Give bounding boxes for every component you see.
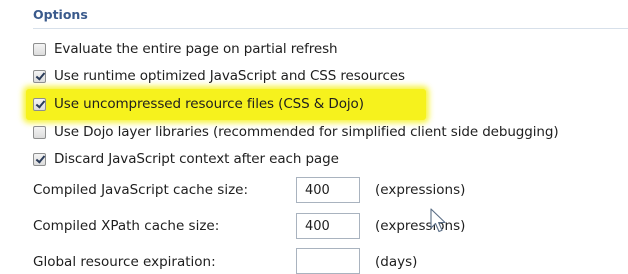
js-cache-size-label: Compiled JavaScript cache size: <box>33 182 249 198</box>
options-section-title: Options <box>33 7 88 22</box>
checkbox-row-runtime-optimized[interactable]: Use runtime optimized JavaScript and CSS… <box>33 66 405 86</box>
checkbox-label: Use Dojo layer libraries (recommended fo… <box>54 124 559 140</box>
js-cache-size-input[interactable] <box>296 177 360 203</box>
checkbox-label: Use uncompressed resource files (CSS & D… <box>54 96 364 112</box>
checkbox-row-evaluate-entire-page[interactable]: Evaluate the entire page on partial refr… <box>33 39 338 59</box>
js-cache-size-unit: (expressions) <box>375 182 466 198</box>
checkbox[interactable] <box>33 97 46 111</box>
checkbox-row-discard-js-context[interactable]: Discard JavaScript context after each pa… <box>33 149 339 169</box>
section-divider <box>33 28 628 29</box>
checkbox[interactable] <box>33 152 46 166</box>
checkbox-row-dojo-layer-libraries[interactable]: Use Dojo layer libraries (recommended fo… <box>33 122 559 142</box>
checkbox-label: Evaluate the entire page on partial refr… <box>54 41 338 57</box>
resource-expiration-unit: (days) <box>375 254 418 270</box>
xpath-cache-size-input[interactable] <box>296 213 360 239</box>
resource-expiration-label: Global resource expiration: <box>33 254 216 270</box>
checkbox-label: Discard JavaScript context after each pa… <box>54 151 339 167</box>
xpath-cache-size-unit: (expressions) <box>375 218 466 234</box>
checkbox[interactable] <box>33 125 46 139</box>
xpath-cache-size-label: Compiled XPath cache size: <box>33 218 220 234</box>
checkbox-row-uncompressed-resources[interactable]: Use uncompressed resource files (CSS & D… <box>33 94 364 114</box>
mouse-pointer-icon <box>430 208 446 233</box>
checkbox[interactable] <box>33 69 46 83</box>
checkbox[interactable] <box>33 42 46 56</box>
checkbox-label: Use runtime optimized JavaScript and CSS… <box>54 68 405 84</box>
resource-expiration-input[interactable] <box>296 248 360 274</box>
